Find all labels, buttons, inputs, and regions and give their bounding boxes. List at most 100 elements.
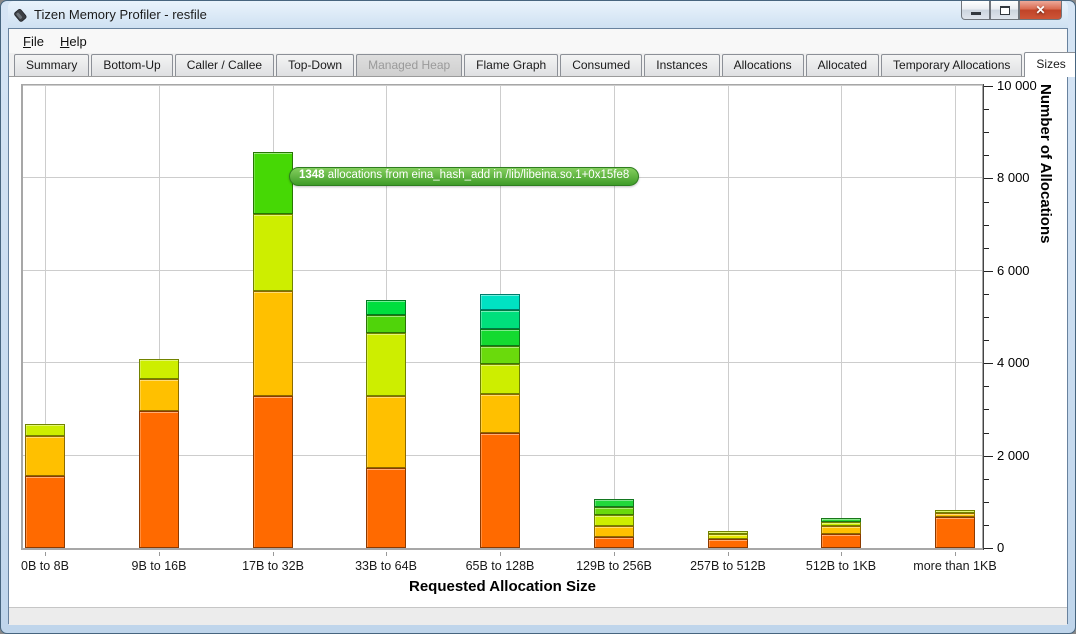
y-tick: [984, 294, 989, 295]
bar-segment[interactable]: [139, 411, 179, 548]
y-axis-title: Number of Allocations: [1037, 84, 1054, 550]
y-tick: [984, 86, 993, 87]
bar-segment[interactable]: [594, 499, 634, 507]
bar-segment[interactable]: [366, 468, 406, 548]
h-gridline: [23, 85, 982, 86]
app-icon: [12, 7, 28, 23]
bar-segment[interactable]: [480, 310, 520, 329]
bar-segment[interactable]: [480, 433, 520, 548]
y-tick: [984, 479, 989, 480]
bar-segment[interactable]: [139, 359, 179, 379]
menu-file[interactable]: File: [15, 31, 52, 52]
bar-segment[interactable]: [25, 424, 65, 436]
bar-segment[interactable]: [366, 333, 406, 396]
maximize-icon: [1000, 6, 1010, 15]
x-category-label: 0B to 8B: [0, 559, 105, 573]
bar-segment[interactable]: [480, 346, 520, 364]
y-tick: [984, 548, 993, 549]
y-tick: [984, 317, 989, 318]
bar-segment[interactable]: [594, 537, 634, 548]
y-tick: [984, 433, 989, 434]
tab-summary[interactable]: Summary: [14, 54, 89, 76]
y-tick: [984, 248, 989, 249]
x-tick: [728, 552, 729, 556]
bar-segment[interactable]: [480, 394, 520, 433]
bar-segment[interactable]: [253, 291, 293, 396]
bar-129b-to-256b[interactable]: [594, 499, 634, 548]
bar-17b-to-32b[interactable]: [253, 152, 293, 548]
app-frame: FileHelp SummaryBottom-UpCaller / Callee…: [8, 28, 1068, 624]
y-tick-label: 0: [997, 540, 1004, 555]
bar-65b-to-128b[interactable]: [480, 294, 520, 548]
bar-more-than-1kb[interactable]: [935, 510, 975, 548]
y-tick: [984, 109, 989, 110]
tab-allocated[interactable]: Allocated: [806, 54, 879, 76]
tab-consumed[interactable]: Consumed: [560, 54, 642, 76]
x-tick: [955, 552, 956, 556]
bar-segment[interactable]: [253, 152, 293, 214]
x-tick: [841, 552, 842, 556]
y-tick-label: 8 000: [997, 170, 1030, 185]
tab-bar: SummaryBottom-UpCaller / CalleeTop-DownM…: [9, 53, 1067, 76]
minimize-button[interactable]: [961, 1, 990, 20]
plot-area: [21, 84, 984, 550]
tab-instances[interactable]: Instances: [644, 54, 719, 76]
y-tick: [984, 363, 993, 364]
bar-segment[interactable]: [139, 379, 179, 411]
tab-caller-callee[interactable]: Caller / Callee: [175, 54, 274, 76]
y-tick: [984, 132, 989, 133]
title-bar: Tizen Memory Profiler - resfile ✕: [8, 1, 1068, 28]
bar-33b-to-64b[interactable]: [366, 300, 406, 548]
bar-0b-to-8b[interactable]: [25, 424, 65, 548]
bar-segment[interactable]: [594, 507, 634, 515]
y-tick: [984, 525, 989, 526]
bar-segment[interactable]: [480, 329, 520, 346]
tab-flame-graph[interactable]: Flame Graph: [464, 54, 558, 76]
tab-top-down[interactable]: Top-Down: [276, 54, 354, 76]
tab-bottom-up[interactable]: Bottom-Up: [91, 54, 172, 76]
y-tick-label: 6 000: [997, 263, 1030, 278]
bar-257b-to-512b[interactable]: [708, 531, 748, 548]
x-axis-title: Requested Allocation Size: [21, 578, 984, 595]
tab-managed-heap[interactable]: Managed Heap: [356, 54, 462, 76]
bar-segment[interactable]: [594, 526, 634, 537]
y-axis: 02 0004 0006 0008 00010 000: [983, 84, 1076, 550]
maximize-button[interactable]: [990, 1, 1019, 20]
bar-segment[interactable]: [480, 364, 520, 394]
bar-segment[interactable]: [821, 534, 861, 548]
bar-segment[interactable]: [480, 294, 520, 310]
allocation-tooltip: 1348 allocations from eina_hash_add in /…: [289, 167, 639, 186]
bar-512b-to-1kb[interactable]: [821, 518, 861, 548]
bar-segment[interactable]: [708, 539, 748, 548]
bar-segment[interactable]: [594, 515, 634, 526]
x-category-label: more than 1KB: [895, 559, 1015, 573]
bar-segment[interactable]: [253, 214, 293, 291]
x-tick: [45, 552, 46, 556]
x-category-label: 129B to 256B: [554, 559, 674, 573]
window-controls: ✕: [961, 1, 1062, 20]
tab-allocations[interactable]: Allocations: [722, 54, 804, 76]
y-tick: [984, 409, 989, 410]
bar-segment[interactable]: [366, 315, 406, 333]
bar-segment[interactable]: [935, 517, 975, 548]
close-icon: ✕: [1035, 3, 1045, 17]
bar-segment[interactable]: [253, 396, 293, 548]
tab-temporary-allocations[interactable]: Temporary Allocations: [881, 54, 1022, 76]
bar-9b-to-16b[interactable]: [139, 359, 179, 548]
x-category-label: 9B to 16B: [99, 559, 219, 573]
tab-sizes[interactable]: Sizes: [1024, 52, 1076, 77]
y-tick: [984, 271, 993, 272]
x-category-label: 17B to 32B: [213, 559, 333, 573]
menu-bar: FileHelp: [9, 29, 1067, 53]
y-tick: [984, 155, 989, 156]
bar-segment[interactable]: [25, 436, 65, 476]
bar-segment[interactable]: [821, 526, 861, 534]
x-tick: [614, 552, 615, 556]
bar-segment[interactable]: [366, 300, 406, 315]
y-tick-label: 2 000: [997, 448, 1030, 463]
y-tick: [984, 456, 993, 457]
bar-segment[interactable]: [366, 396, 406, 468]
close-button[interactable]: ✕: [1019, 1, 1062, 20]
menu-help[interactable]: Help: [52, 31, 95, 52]
bar-segment[interactable]: [25, 476, 65, 548]
